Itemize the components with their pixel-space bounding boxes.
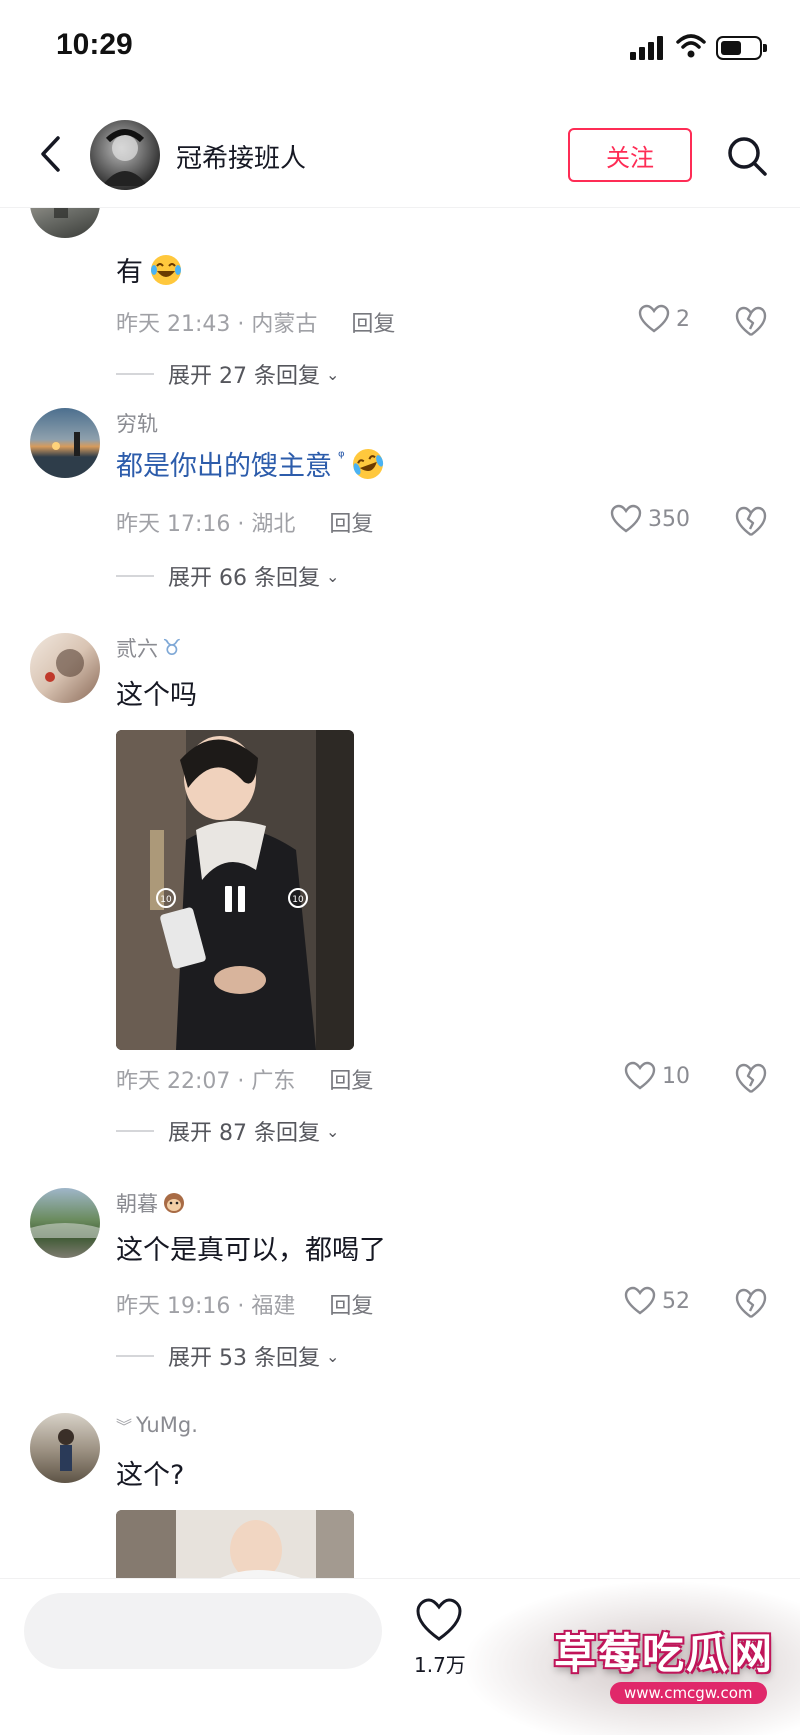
reply-button[interactable]: 回复 xyxy=(351,306,395,338)
signal-icon xyxy=(630,36,666,60)
status-time: 10:29 xyxy=(56,28,133,61)
comment-meta: 昨天 19:16 · 福建 回复 xyxy=(116,1288,373,1320)
heart-icon xyxy=(624,1061,656,1090)
like-count: 52 xyxy=(662,1288,690,1314)
like-count: 350 xyxy=(648,506,690,532)
dislike-icon[interactable] xyxy=(734,504,768,538)
reply-button[interactable]: 回复 xyxy=(329,1288,373,1320)
comment-meta: 昨天 17:16 · 湖北 回复 xyxy=(116,506,373,538)
comment-avatar[interactable] xyxy=(30,208,100,238)
comment-username[interactable]: 穷轨 xyxy=(116,408,158,438)
crying-laughing-emoji-icon xyxy=(352,448,383,479)
rewind-10-icon[interactable]: 10 xyxy=(154,886,178,910)
expand-replies-button[interactable]: 展开 53 条回复 ⌄ xyxy=(116,1340,339,1372)
account-name[interactable]: 冠希接班人 xyxy=(176,138,306,175)
like-count: 2 xyxy=(676,306,690,332)
zodiac-icon: ♉ xyxy=(162,635,182,661)
expand-replies-button[interactable]: 展开 27 条回复 ⌄ xyxy=(116,358,339,390)
search-suggestion-icon[interactable]: ᵠ xyxy=(338,447,345,466)
comment-username[interactable]: 朝暮 xyxy=(116,1188,186,1218)
watermark: 草莓吃瓜网 www.cmcgw.com xyxy=(460,1580,800,1735)
chevron-down-icon: ⌄ xyxy=(325,1121,340,1141)
like-button[interactable]: 10 xyxy=(624,1061,690,1091)
monkey-emoji-icon xyxy=(164,1193,184,1213)
expand-replies-button[interactable]: 展开 87 条回复 ⌄ xyxy=(116,1115,339,1147)
comment-input[interactable] xyxy=(24,1593,382,1669)
reply-button[interactable]: 回复 xyxy=(329,506,373,538)
divider xyxy=(116,575,154,577)
back-arrow-icon xyxy=(41,136,60,172)
pause-icon[interactable] xyxy=(222,884,248,914)
forward-10-icon[interactable]: 10 xyxy=(286,886,310,910)
search-button[interactable] xyxy=(722,132,772,180)
video-frame-image xyxy=(116,1510,354,1578)
comment-username[interactable]: 贰六 ♉ xyxy=(116,633,182,663)
divider xyxy=(116,1130,154,1132)
comment-text: 有 xyxy=(116,250,183,289)
reply-button[interactable]: 回复 xyxy=(329,1063,373,1095)
svg-text:10: 10 xyxy=(160,895,172,905)
comment-video-thumbnail[interactable]: 10 10 xyxy=(116,730,354,1050)
divider xyxy=(116,373,154,375)
comment-avatar[interactable] xyxy=(30,633,100,703)
comment-time-location: 昨天 22:07 · 广东 xyxy=(116,1069,296,1094)
comment-list[interactable]: 有 昨天 21:43 · 内蒙古 回复 2 展开 27 条回复 ⌄ 穷轨 都是你… xyxy=(0,208,800,1578)
heart-icon xyxy=(638,304,670,333)
comment-text: 这个是真可以，都喝了 xyxy=(116,1235,386,1266)
search-icon xyxy=(728,137,767,176)
comment-username[interactable]: ︾ YuMg. xyxy=(116,1413,198,1437)
chevron-down-icon: ⌄ xyxy=(325,566,340,586)
comment-text: 都是你出的馊主意 ᵠ xyxy=(116,444,385,483)
badge-icon: ︾ xyxy=(116,1417,133,1436)
dislike-icon[interactable] xyxy=(734,304,768,338)
like-button[interactable]: 52 xyxy=(624,1286,690,1316)
heart-icon xyxy=(610,504,642,533)
account-avatar[interactable] xyxy=(90,120,160,190)
comment-video-thumbnail[interactable] xyxy=(116,1510,354,1578)
watermark-title: 草莓吃瓜网 xyxy=(554,1629,775,1678)
dislike-icon[interactable] xyxy=(734,1061,768,1095)
comment-avatar[interactable] xyxy=(30,1188,100,1258)
heart-icon xyxy=(624,1286,656,1315)
divider xyxy=(116,1355,154,1357)
laughing-tears-emoji-icon xyxy=(151,254,181,285)
watermark-url: www.cmcgw.com xyxy=(610,1682,767,1704)
battery-icon xyxy=(716,36,767,60)
comment-avatar[interactable] xyxy=(30,408,100,478)
back-button[interactable] xyxy=(30,130,70,178)
chevron-down-icon: ⌄ xyxy=(325,1346,340,1366)
expand-replies-button[interactable]: 展开 66 条回复 ⌄ xyxy=(116,560,339,592)
status-bar: 10:29 xyxy=(0,0,800,100)
comment-text: 这个? xyxy=(116,1460,185,1491)
comment-avatar[interactable] xyxy=(30,1413,100,1483)
like-button[interactable]: 2 xyxy=(638,304,690,334)
svg-text:10: 10 xyxy=(292,895,304,905)
comment-time-location: 昨天 19:16 · 福建 xyxy=(116,1294,296,1319)
follow-button[interactable]: 关注 xyxy=(568,128,692,182)
comment-time-location: 昨天 21:43 · 内蒙古 xyxy=(116,312,318,337)
chevron-down-icon: ⌄ xyxy=(325,364,340,384)
like-button[interactable]: 350 xyxy=(610,504,690,534)
wifi-icon xyxy=(676,34,706,58)
dislike-icon[interactable] xyxy=(734,1286,768,1320)
heart-icon[interactable] xyxy=(414,1597,464,1643)
like-count: 10 xyxy=(662,1063,690,1089)
comment-meta: 昨天 21:43 · 内蒙古 回复 xyxy=(116,306,395,338)
comment-time-location: 昨天 17:16 · 湖北 xyxy=(116,512,296,537)
header: 冠希接班人 关注 xyxy=(0,100,800,208)
comment-meta: 昨天 22:07 · 广东 回复 xyxy=(116,1063,373,1095)
comment-text: 这个吗 xyxy=(116,680,197,711)
